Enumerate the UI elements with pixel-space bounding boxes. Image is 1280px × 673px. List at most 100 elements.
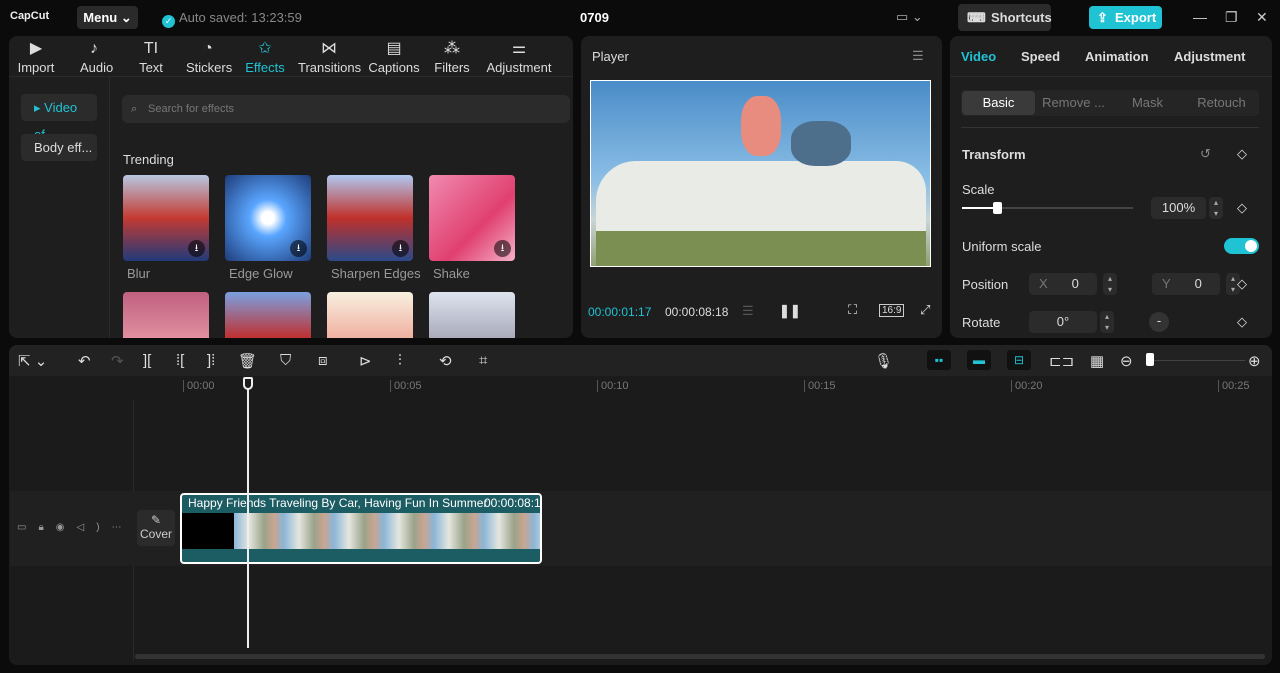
effect-thumbnail[interactable]: ⭳ bbox=[123, 175, 209, 261]
crop-icon[interactable]: ⌗ bbox=[479, 352, 487, 369]
mirror-icon[interactable]: ⫶ bbox=[398, 352, 402, 369]
auto-snap-icon[interactable]: ▬ bbox=[967, 350, 991, 370]
tab-video[interactable]: Video bbox=[961, 49, 996, 64]
split-right-icon[interactable]: ]⁞ bbox=[207, 352, 215, 369]
linkage-icon[interactable]: ⊟ bbox=[1007, 350, 1031, 370]
side-body-effects[interactable]: Body eff... bbox=[21, 134, 97, 161]
more-icon[interactable]: ⋯ bbox=[112, 522, 134, 533]
keyframe-icon[interactable]: ◇ bbox=[1237, 200, 1247, 216]
tab-transitions[interactable]: ⋈ Transitions bbox=[298, 40, 361, 75]
position-y-input[interactable]: Y0 bbox=[1152, 273, 1220, 295]
split-icon[interactable]: ][ bbox=[143, 352, 151, 369]
tab-captions[interactable]: ▤ Captions bbox=[368, 40, 420, 75]
scale-slider-fill bbox=[962, 207, 997, 209]
zoom-in-icon[interactable]: ⊕ bbox=[1248, 352, 1261, 370]
tab-adjustment[interactable]: Adjustment bbox=[1174, 49, 1246, 64]
keyframe-icon[interactable]: ◇ bbox=[1237, 146, 1247, 162]
scale-stepper[interactable]: ▴ ▾ bbox=[1209, 197, 1223, 219]
zoom-fit-icon[interactable]: ⛶ bbox=[848, 302, 857, 318]
rotate-stepper[interactable]: ▴ ▾ bbox=[1100, 311, 1114, 333]
effect-thumbnail[interactable]: ⭳ bbox=[429, 175, 515, 261]
keyframe-icon[interactable]: ◇ bbox=[1237, 276, 1247, 292]
uniform-scale-toggle[interactable] bbox=[1224, 238, 1259, 254]
eye-icon[interactable]: ◉ bbox=[56, 522, 77, 533]
effect-thumbnail[interactable] bbox=[327, 292, 413, 338]
tab-effects[interactable]: ✩ Effects bbox=[245, 40, 285, 75]
tab-audio[interactable]: ♪ Audio bbox=[80, 40, 113, 75]
redo-icon[interactable]: ↷ bbox=[111, 352, 124, 370]
cover-button[interactable]: ✎ Cover bbox=[137, 510, 175, 546]
download-icon[interactable]: ⭳ bbox=[290, 240, 307, 257]
split-preview-icon[interactable]: ⊏⊐ bbox=[1049, 352, 1074, 370]
track-controls[interactable]: ▭🔒︎◉◁)⋯ bbox=[17, 522, 134, 533]
effect-thumbnail[interactable] bbox=[225, 292, 311, 338]
subtab-remove[interactable]: Remove ... bbox=[1037, 91, 1110, 115]
select-icon[interactable]: ⇱ ⌄ bbox=[18, 352, 47, 370]
subtab-retouch[interactable]: Retouch bbox=[1185, 91, 1258, 115]
split-left-icon[interactable]: ⁞[ bbox=[176, 352, 184, 369]
rotate-dial[interactable]: - bbox=[1149, 312, 1169, 332]
zoom-slider[interactable] bbox=[1150, 360, 1245, 361]
zoom-out-icon[interactable]: ⊖ bbox=[1120, 352, 1133, 370]
delete-icon[interactable]: 🗑︎ bbox=[238, 352, 257, 370]
lock-icon[interactable]: 🔒︎ bbox=[38, 522, 55, 533]
rotate-icon[interactable]: ⟲ bbox=[439, 352, 452, 370]
effect-thumbnail[interactable] bbox=[429, 292, 515, 338]
volume-icon[interactable]: ◁) bbox=[77, 522, 112, 533]
video-preview[interactable] bbox=[590, 80, 931, 267]
minimize-icon[interactable]: — bbox=[1193, 9, 1207, 25]
top-bar: CapCut Menu ⌄ ✓ Auto saved: 13:23:59 0709… bbox=[0, 0, 1280, 35]
ruler-tick: 00:20 bbox=[1011, 380, 1043, 392]
scale-slider-handle[interactable] bbox=[993, 202, 1002, 214]
restore-icon[interactable]: ❐ bbox=[1225, 9, 1238, 26]
reset-icon[interactable]: ↺ bbox=[1200, 146, 1211, 162]
x-stepper[interactable]: ▴ ▾ bbox=[1103, 273, 1117, 295]
ruler-icon[interactable]: ▦ bbox=[1090, 352, 1104, 370]
scale-slider[interactable] bbox=[962, 207, 1133, 209]
waveform-icon[interactable]: ☰ bbox=[742, 303, 754, 319]
effect-thumbnail[interactable] bbox=[123, 292, 209, 338]
shortcuts-button[interactable]: ⌨ Shortcuts bbox=[958, 4, 1052, 31]
playhead-handle[interactable] bbox=[243, 377, 253, 390]
horizontal-scrollbar[interactable] bbox=[135, 654, 1265, 659]
effect-label: Edge Glow bbox=[229, 266, 293, 281]
effects-search-input[interactable]: ⌕ Search for effects bbox=[122, 95, 570, 123]
effect-thumbnail[interactable]: ⭳ bbox=[225, 175, 311, 261]
tab-stickers[interactable]: ◔ Stickers bbox=[186, 40, 232, 75]
transform-heading[interactable]: Transform bbox=[962, 147, 1026, 162]
reverse-icon[interactable]: ⊳ bbox=[359, 352, 372, 370]
tab-speed[interactable]: Speed bbox=[1021, 49, 1060, 64]
subtab-basic[interactable]: Basic bbox=[962, 91, 1035, 115]
download-icon[interactable]: ⭳ bbox=[392, 240, 409, 257]
player-menu-icon[interactable]: ☰ bbox=[912, 48, 924, 64]
tab-import[interactable]: ▶ Import bbox=[17, 40, 55, 75]
video-clip[interactable]: Happy Friends Traveling By Car, Having F… bbox=[180, 493, 542, 564]
tab-animation[interactable]: Animation bbox=[1085, 49, 1149, 64]
close-icon[interactable]: ✕ bbox=[1256, 9, 1268, 26]
keyframe-icon[interactable]: ◇ bbox=[1237, 314, 1247, 330]
download-icon[interactable]: ⭳ bbox=[494, 240, 511, 257]
main-track-magnet-icon[interactable]: ▪▪ bbox=[927, 350, 951, 370]
freeze-icon[interactable]: ⧈ bbox=[318, 352, 328, 369]
pause-icon[interactable]: ❚❚ bbox=[779, 303, 801, 319]
export-button[interactable]: ⇪ Export bbox=[1089, 6, 1162, 29]
undo-icon[interactable]: ↶ bbox=[78, 352, 91, 370]
menu-button[interactable]: Menu ⌄ bbox=[77, 6, 138, 29]
aspect-ratio-button[interactable]: 16:9 bbox=[879, 304, 905, 317]
layout-icon[interactable]: ▭ ⌄ bbox=[896, 9, 923, 25]
side-video-effects[interactable]: ▸ Video ef... bbox=[21, 94, 97, 142]
position-x-input[interactable]: X0 bbox=[1029, 273, 1097, 295]
effect-thumbnail[interactable]: ⭳ bbox=[327, 175, 413, 261]
download-icon[interactable]: ⭳ bbox=[188, 240, 205, 257]
tab-text[interactable]: TI Text bbox=[138, 40, 164, 75]
microphone-icon[interactable]: 🎙︎ bbox=[874, 352, 893, 370]
tab-filters[interactable]: ⁂ Filters bbox=[434, 40, 470, 75]
playhead[interactable] bbox=[247, 386, 249, 648]
tab-adjustment[interactable]: ⚌ Adjustment bbox=[485, 40, 553, 75]
rotate-input[interactable]: 0° bbox=[1029, 311, 1097, 333]
fullscreen-icon[interactable]: ⤢ bbox=[920, 302, 930, 318]
scale-input[interactable]: 100% bbox=[1151, 197, 1206, 219]
subtab-mask[interactable]: Mask bbox=[1111, 91, 1184, 115]
marker-icon[interactable]: ⛉ bbox=[280, 352, 291, 369]
zoom-slider-handle[interactable] bbox=[1146, 353, 1154, 366]
